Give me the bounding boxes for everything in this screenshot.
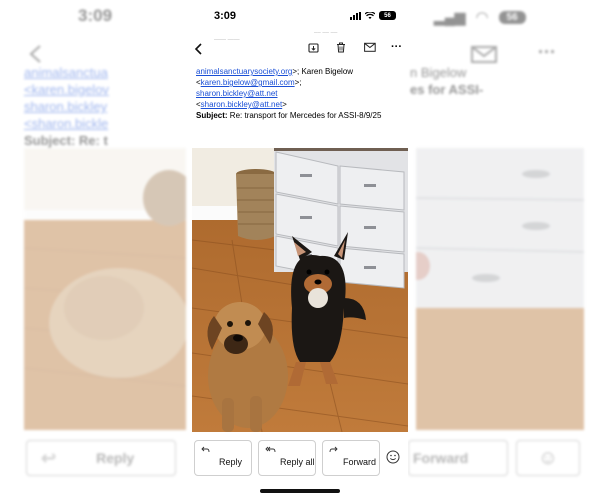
left-panel-line: sharon.bickley — [24, 99, 108, 114]
left-panel-reply-label: Reply — [96, 450, 135, 466]
email-actions-bar: Reply Reply all Forward — [194, 440, 406, 476]
left-panel-photo — [24, 148, 186, 430]
right-panel-wifi-icon: ◠ — [475, 9, 489, 26]
header-line: <karen.bigelow@gmail.com>; — [196, 77, 404, 88]
left-blurred-panel: 3:09 animalsanctua <karen.bigelov sharon… — [0, 0, 192, 500]
subject-line: Subject: Re: transport for Mercedes for … — [196, 110, 404, 121]
wifi-icon — [365, 11, 375, 19]
home-indicator[interactable] — [260, 489, 340, 493]
reply-all-icon — [265, 446, 276, 453]
email-header: animalsanctuarysociety.org>; Karen Bigel… — [196, 66, 404, 121]
right-panel-mail-icon — [471, 46, 497, 63]
right-blurred-panel: ▂▄▆ ◠ 56 ··· n Bigelow es for ASSI- Forw… — [408, 0, 600, 500]
forward-button[interactable]: Forward — [322, 440, 380, 476]
left-panel-line: animalsanctua — [24, 65, 108, 80]
attached-photo[interactable] — [192, 148, 408, 432]
reply-icon — [201, 446, 210, 453]
left-panel-time: 3:09 — [78, 6, 113, 25]
left-panel-toolbar — [0, 42, 192, 66]
right-panel-battery-icon: 56 — [498, 10, 526, 24]
left-panel-line: <karen.bigelov — [24, 82, 109, 97]
subject-label: Subject: — [196, 111, 228, 120]
status-icons: 56 — [350, 11, 396, 20]
forward-label: Forward — [343, 457, 377, 467]
right-panel-forward-label: Forward — [413, 450, 469, 466]
reply-button[interactable]: Reply — [194, 440, 252, 476]
phone-screen: 3:09 56 –– –– –– —— —— ··· animalsanctua… — [192, 0, 408, 500]
header-line-text: >; Karen Bigelow — [292, 67, 354, 76]
status-bar: 3:09 56 — [192, 0, 408, 32]
header-line: animalsanctuarysociety.org>; Karen Bigel… — [196, 66, 404, 77]
delete-button[interactable] — [336, 42, 346, 53]
wicker-basket — [236, 169, 278, 240]
reply-all-button[interactable]: Reply all — [258, 440, 316, 476]
right-panel-forward-bar: Forward — [408, 440, 508, 476]
mark-unread-button[interactable] — [364, 42, 376, 52]
right-panel-photo — [416, 148, 584, 430]
right-panel-emoji-icon: ☺ — [516, 440, 580, 476]
header-line: sharon.bickley@att.net — [196, 88, 404, 99]
emoji-reaction-icon[interactable] — [386, 450, 400, 464]
reply-label: Reply — [219, 457, 243, 467]
back-button[interactable] — [194, 42, 204, 56]
more-icon[interactable]: ··· — [391, 41, 402, 53]
right-panel-line: es for ASSI- — [410, 82, 484, 97]
header-link[interactable]: sharon.bickley@att.net — [201, 100, 283, 109]
header-line-text: > — [282, 100, 287, 109]
header-link[interactable]: karen.bigelow@gmail.com — [201, 78, 295, 87]
right-panel-line: n Bigelow — [410, 65, 467, 80]
right-panel-more-icon: ··· — [538, 42, 556, 62]
header-line: <sharon.bickley@att.net> — [196, 99, 404, 110]
chevron-left-icon — [194, 43, 202, 55]
right-panel-status-icons: ▂▄▆ ◠ 56 — [434, 8, 526, 26]
archive-button[interactable] — [308, 42, 319, 53]
left-panel-reply-icon: ↩ — [41, 447, 57, 468]
left-panel-back-icon — [29, 45, 41, 63]
header-link[interactable]: sharon.bickley@att.net — [196, 89, 278, 98]
signal-icon — [350, 11, 361, 20]
left-panel-line: <sharon.bickle — [24, 116, 109, 131]
header-line-text: >; — [294, 78, 302, 87]
left-panel-reply-bar: ↩ Reply — [26, 440, 176, 476]
mail-icon — [364, 42, 376, 52]
forward-icon — [329, 446, 338, 453]
battery-icon: 56 — [379, 11, 396, 20]
right-panel-signal-icon: ▂▄▆ — [434, 8, 466, 25]
subject-text: Re: transport for Mercedes for ASSI-8/9/… — [229, 111, 382, 120]
header-link[interactable]: animalsanctuarysociety.org — [196, 67, 292, 76]
email-toolbar: ··· — [192, 36, 408, 64]
reply-all-label: Reply all — [280, 457, 315, 467]
right-panel-header-text: n Bigelow es for ASSI- — [410, 64, 483, 98]
left-panel-line: Subject: Re: t — [24, 133, 108, 148]
trash-icon — [337, 42, 345, 53]
right-panel-toolbar: ··· — [408, 42, 600, 66]
status-time: 3:09 — [214, 10, 237, 22]
archive-icon — [308, 43, 319, 53]
